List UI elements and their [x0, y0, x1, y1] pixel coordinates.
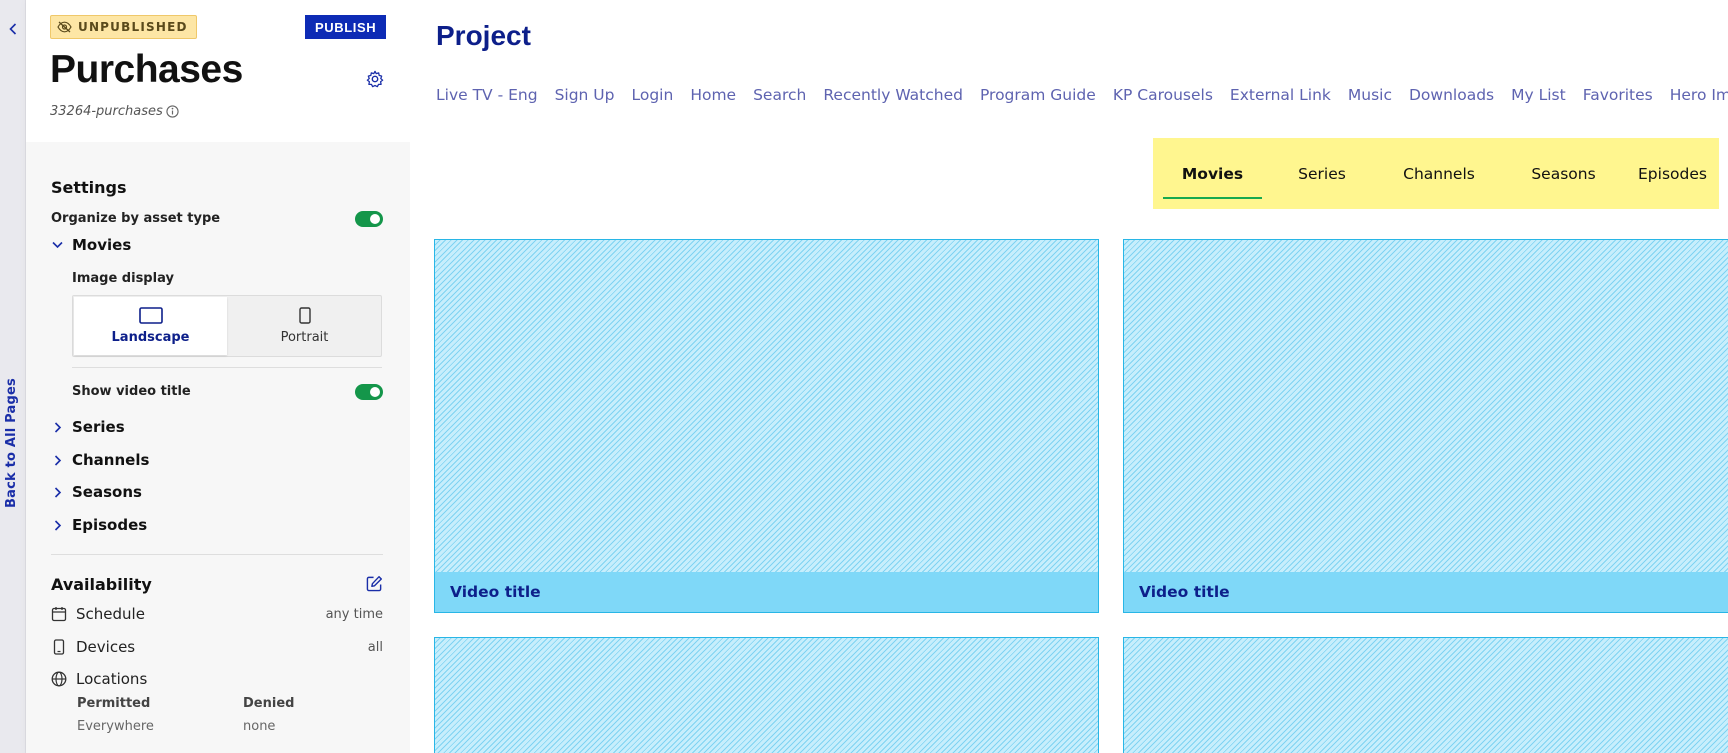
nav-link-music[interactable]: Music: [1348, 86, 1392, 104]
availability-row-locations: Locations: [51, 670, 383, 688]
asset-type-tabs: Movies Series Channels Seasons Episodes: [1153, 138, 1719, 209]
page-preview: Project Live TV - Eng Sign Up Login Home…: [410, 0, 1728, 753]
slug-text: 33264-purchases: [50, 104, 163, 119]
permitted-label: Permitted: [77, 696, 151, 711]
gear-icon[interactable]: [366, 70, 384, 88]
nav-link-sign-up[interactable]: Sign Up: [555, 86, 615, 104]
denied-value: none: [243, 719, 276, 734]
preview-nav: Live TV - Eng Sign Up Login Home Search …: [436, 86, 1728, 104]
video-card[interactable]: Video title: [434, 239, 1099, 613]
tree-item-episodes[interactable]: Episodes: [52, 516, 147, 534]
page-title: Purchases: [50, 48, 243, 91]
info-icon[interactable]: [166, 105, 179, 118]
tree-item-seasons[interactable]: Seasons: [52, 483, 142, 501]
tree-item-channels[interactable]: Channels: [52, 451, 149, 469]
chevron-right-icon: [52, 421, 63, 433]
tree-item-label: Movies: [72, 236, 132, 254]
video-card[interactable]: [1123, 637, 1728, 753]
tree-item-label: Episodes: [72, 516, 148, 534]
chevron-down-icon: [52, 240, 63, 251]
tree-item-label: Series: [72, 418, 125, 436]
nav-link-hero-image[interactable]: Hero Image: [1670, 86, 1728, 104]
calendar-icon: [51, 606, 67, 622]
tree-item-label: Seasons: [72, 483, 142, 501]
video-card[interactable]: [434, 637, 1099, 753]
availability-row-schedule: Schedule any time: [51, 605, 383, 623]
nav-link-external-link[interactable]: External Link: [1230, 86, 1331, 104]
availability-row-devices: Devices all: [51, 638, 383, 656]
page-slug: 33264-purchases: [50, 104, 179, 119]
availability-value: all: [367, 639, 383, 655]
image-display-option-landscape[interactable]: Landscape: [74, 297, 227, 355]
back-to-all-pages-link[interactable]: Back to All Pages: [4, 378, 19, 508]
chevron-right-icon: [52, 454, 63, 466]
availability-label: Devices: [76, 638, 136, 656]
page-settings-panel: UNPUBLISHED PUBLISH Purchases 33264-purc…: [26, 0, 410, 753]
tab-seasons[interactable]: Seasons: [1501, 138, 1626, 209]
nav-link-my-list[interactable]: My List: [1511, 86, 1566, 104]
status-label: UNPUBLISHED: [78, 20, 188, 34]
nav-link-login[interactable]: Login: [631, 86, 673, 104]
landscape-icon: [138, 307, 163, 324]
edit-icon[interactable]: [366, 575, 383, 592]
organize-by-asset-type-toggle[interactable]: [355, 211, 383, 227]
chevron-right-icon: [52, 486, 63, 498]
publish-button[interactable]: PUBLISH: [305, 15, 387, 39]
denied-label: Denied: [243, 696, 295, 711]
image-display-segmented-control: Landscape Portrait: [72, 295, 382, 357]
video-title: Video title: [435, 572, 1098, 612]
nav-link-program-guide[interactable]: Program Guide: [980, 86, 1096, 104]
image-display-option-portrait[interactable]: Portrait: [228, 296, 381, 356]
video-card[interactable]: Video title: [1123, 239, 1728, 613]
tab-series[interactable]: Series: [1267, 138, 1377, 209]
panel-header: UNPUBLISHED PUBLISH Purchases 33264-purc…: [26, 0, 410, 142]
option-label: Portrait: [280, 330, 329, 345]
globe-icon: [51, 671, 67, 687]
availability-label: Locations: [76, 670, 148, 688]
device-icon: [51, 639, 67, 655]
nav-link-search[interactable]: Search: [753, 86, 806, 104]
settings-section-title: Settings: [51, 178, 127, 197]
tree-item-series[interactable]: Series: [52, 418, 125, 436]
portrait-icon: [298, 307, 311, 324]
tab-episodes[interactable]: Episodes: [1626, 138, 1719, 209]
tab-movies[interactable]: Movies: [1158, 138, 1267, 209]
tab-channels[interactable]: Channels: [1377, 138, 1501, 209]
video-title: Video title: [1124, 572, 1728, 612]
image-display-label: Image display: [72, 271, 174, 286]
chevron-right-icon: [52, 519, 63, 531]
eye-off-icon: [57, 21, 72, 33]
divider: [51, 554, 383, 555]
nav-link-kp-carousels[interactable]: KP Carousels: [1113, 86, 1213, 104]
divider: [72, 367, 382, 368]
collapse-chevron-icon[interactable]: [6, 20, 20, 38]
nav-link-favorites[interactable]: Favorites: [1583, 86, 1653, 104]
permitted-value: Everywhere: [77, 719, 154, 734]
left-rail: Back to All Pages: [0, 0, 26, 753]
option-label: Landscape: [111, 330, 190, 345]
nav-link-home[interactable]: Home: [690, 86, 736, 104]
tree-item-movies[interactable]: Movies: [52, 236, 131, 254]
nav-link-live-tv[interactable]: Live TV - Eng: [436, 86, 538, 104]
unpublished-badge: UNPUBLISHED: [50, 15, 197, 39]
show-video-title-label: Show video title: [72, 384, 191, 399]
show-video-title-toggle[interactable]: [355, 384, 383, 400]
availability-section-title: Availability: [51, 575, 152, 594]
nav-link-recently-watched[interactable]: Recently Watched: [823, 86, 963, 104]
availability-value: any time: [325, 606, 383, 622]
organize-by-asset-type-label: Organize by asset type: [51, 211, 221, 226]
availability-label: Schedule: [76, 605, 145, 623]
project-title: Project: [436, 20, 531, 51]
tree-item-label: Channels: [72, 451, 150, 469]
nav-link-downloads[interactable]: Downloads: [1409, 86, 1494, 104]
